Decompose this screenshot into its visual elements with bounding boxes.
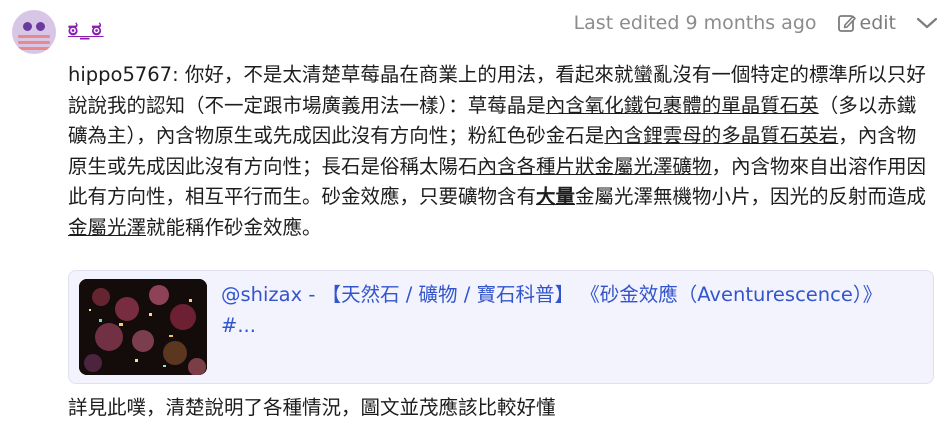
- post-meta: Last edited 9 months ago edit: [574, 12, 938, 34]
- avatar-stripe: [18, 41, 50, 44]
- edit-button[interactable]: edit: [837, 12, 896, 34]
- edit-label: edit: [859, 12, 896, 34]
- avatar-eye: [36, 22, 45, 31]
- preview-thumbnail: [79, 279, 207, 375]
- avatar-stripe: [18, 47, 50, 50]
- plurk-post: ಠ_ಠ Last edited 9 months ago edit hippo5…: [0, 0, 952, 442]
- chevron-down-icon[interactable]: [916, 16, 938, 30]
- post-content: hippo5767: 你好，不是太清楚草莓晶在商業上的用法，看起來就蠻亂沒有一個…: [68, 60, 934, 243]
- avatar[interactable]: [12, 10, 56, 54]
- post-footer-text: 詳見此噗，清楚說明了各種情況，圖文並茂應該比較好懂: [68, 396, 556, 419]
- last-edited-text: Last edited 9 months ago: [573, 12, 817, 34]
- link-preview-card[interactable]: @shizax - 【天然石 / 礦物 / 寶石科普】 《砂金效應（Aventu…: [68, 270, 934, 384]
- avatar-eye: [23, 22, 32, 31]
- underlined-phrase: 內含各種片狀金屬光澤礦物: [477, 154, 712, 178]
- underlined-phrase: 內含氧化鐵包裹體的單晶質石英: [545, 93, 819, 117]
- content-text: 金屬光澤無機物小片，因光的反射而造成: [575, 185, 927, 208]
- username-link[interactable]: ಠ_ಠ: [68, 18, 104, 40]
- content-text: 就能稱作砂金效應。: [146, 215, 322, 239]
- bold-phrase: 大量: [536, 185, 576, 208]
- edit-square-pen-icon: [837, 13, 857, 33]
- underlined-phrase: 內含鋰雲母的多晶質石英岩: [604, 124, 839, 147]
- underlined-phrase: 金屬光澤: [68, 215, 147, 239]
- preview-title-link[interactable]: @shizax - 【天然石 / 礦物 / 寶石科普】 《砂金效應（Aventu…: [221, 279, 911, 341]
- avatar-stripe: [18, 35, 50, 38]
